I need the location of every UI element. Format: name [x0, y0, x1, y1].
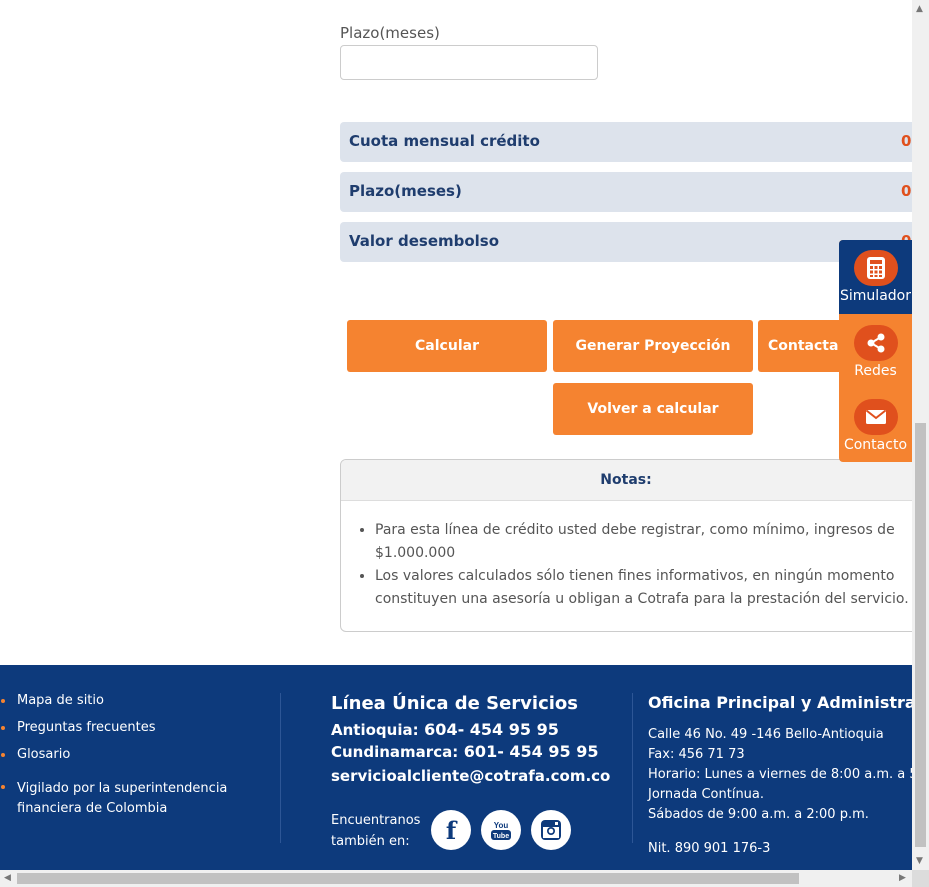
office-title: Oficina Principal y Administrativa — [648, 693, 912, 712]
bullet-icon — [1, 726, 5, 730]
side-redes-button[interactable]: Redes — [839, 325, 912, 379]
footer: Mapa de sitio Preguntas frecuentes Glosa… — [0, 665, 912, 870]
scroll-right-arrow-icon[interactable]: ▶ — [899, 873, 906, 884]
youtube-icon[interactable]: You Tube — [481, 810, 521, 850]
services-block: Línea Única de Servicios Antioquia: 604-… — [331, 693, 610, 785]
generar-proyeccion-button[interactable]: Generar Proyección — [553, 320, 753, 372]
office-saturday: Sábados de 9:00 a.m. a 2:00 p.m. — [648, 807, 869, 822]
result-desembolso-label: Valor desembolso — [349, 232, 500, 250]
share-icon — [853, 325, 898, 361]
floating-side-panel: Simulador Redes Contacto — [839, 240, 912, 462]
footer-divider — [280, 693, 281, 843]
antioquia-phone-line: Antioquia: 604- 454 95 95 — [331, 720, 559, 739]
footer-link-mapa[interactable]: Mapa de sitio — [0, 693, 247, 709]
cundinamarca-phone[interactable]: 601- 454 95 95 — [464, 742, 599, 761]
side-contacto-label: Contacto — [843, 437, 908, 453]
bullet-icon — [1, 699, 5, 703]
scrollbar-corner — [912, 870, 929, 887]
result-plazo-row: Plazo(meses) 0 — [340, 172, 912, 212]
footer-link-glosario[interactable]: Glosario — [0, 747, 247, 763]
result-cuota-row: Cuota mensual crédito 0 — [340, 122, 912, 162]
vertical-scrollbar-thumb[interactable] — [915, 423, 926, 847]
bullet-icon — [1, 785, 5, 789]
svg-text:Tube: Tube — [493, 833, 509, 840]
instagram-icon[interactable] — [531, 810, 571, 850]
result-desembolso-row: Valor desembolso 0 — [340, 222, 912, 262]
notes-list: Para esta línea de crédito usted debe re… — [341, 519, 912, 611]
office-block: Oficina Principal y Administrativa Calle… — [648, 693, 912, 859]
office-fax: Fax: 456 71 73 — [648, 747, 745, 762]
result-cuota-value: 0 — [901, 132, 912, 150]
services-title: Línea Única de Servicios — [331, 693, 578, 714]
result-cuota-label: Cuota mensual crédito — [349, 132, 540, 150]
social-label: Encuentranos también en: — [331, 813, 421, 849]
side-redes-label: Redes — [854, 363, 897, 379]
calculator-icon — [853, 250, 898, 286]
scroll-down-arrow-icon[interactable]: ▼ — [916, 856, 923, 867]
antioquia-phone[interactable]: 604- 454 95 95 — [424, 720, 559, 739]
office-address: Calle 46 No. 49 -146 Bello-Antioquia — [648, 727, 884, 742]
bullet-icon — [1, 753, 5, 757]
footer-link-vigilado[interactable]: Vigilado por la superintendencia financi… — [0, 779, 247, 819]
envelope-icon — [853, 399, 898, 435]
calcular-button[interactable]: Calcular — [347, 320, 547, 372]
scroll-up-arrow-icon[interactable]: ▲ — [916, 4, 923, 15]
scroll-left-arrow-icon[interactable]: ◀ — [4, 873, 11, 884]
side-simulador-label: Simulador — [840, 288, 911, 304]
notes-panel: Notas: Para esta línea de crédito usted … — [340, 459, 912, 632]
office-hours: Horario: Lunes a viernes de 8:00 a.m. a … — [648, 767, 912, 782]
cundinamarca-phone-line: Cundinamarca: 601- 454 95 95 — [331, 742, 599, 761]
plazo-input[interactable] — [340, 45, 598, 80]
result-plazo-value: 0 — [901, 182, 912, 200]
volver-calcular-button[interactable]: Volver a calcular — [553, 383, 753, 435]
side-simulador-button[interactable]: Simulador — [839, 240, 912, 314]
plazo-label: Plazo(meses) — [340, 24, 440, 42]
footer-links: Mapa de sitio Preguntas frecuentes Glosa… — [0, 693, 247, 819]
footer-link-preguntas[interactable]: Preguntas frecuentes — [0, 720, 247, 736]
page-content: Plazo(meses) Cuota mensual crédito 0 Pla… — [0, 0, 912, 870]
svg-text:You: You — [494, 821, 509, 830]
note-item: Para esta línea de crédito usted debe re… — [375, 519, 912, 565]
office-nit: Nit. 890 901 176-3 — [648, 841, 771, 856]
notes-title: Notas: — [341, 460, 912, 501]
office-jornada: Jornada Contínua. — [648, 787, 765, 802]
result-plazo-label: Plazo(meses) — [349, 182, 462, 200]
footer-divider — [632, 693, 633, 843]
service-email-link[interactable]: servicioalcliente@cotrafa.com.co — [331, 767, 610, 785]
horizontal-scrollbar-thumb[interactable] — [17, 873, 799, 884]
side-contacto-button[interactable]: Contacto — [839, 399, 912, 453]
note-item: Los valores calculados sólo tienen fines… — [375, 565, 912, 611]
facebook-icon[interactable]: f — [431, 810, 471, 850]
